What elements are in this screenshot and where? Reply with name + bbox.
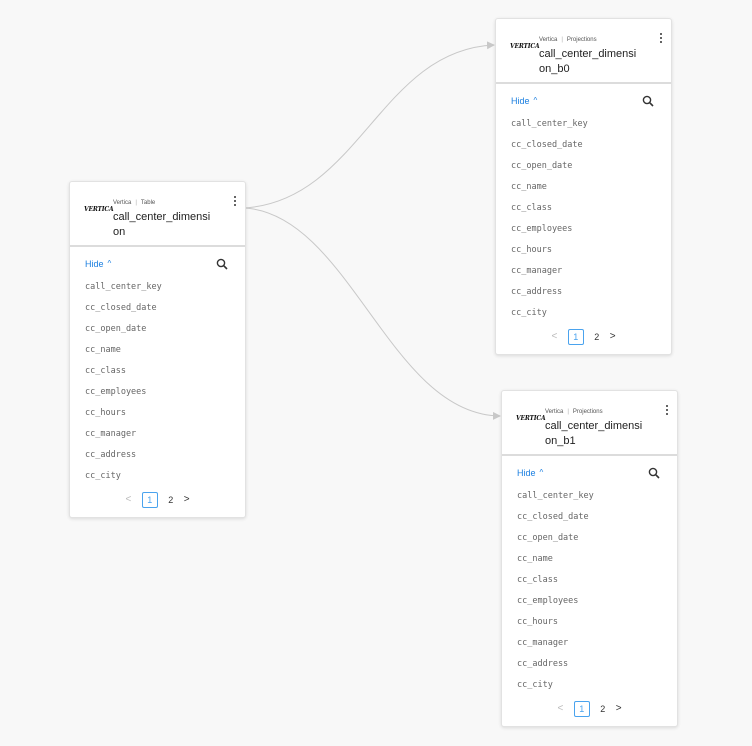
chevron-right-icon[interactable]: > bbox=[184, 494, 190, 505]
column-item[interactable]: call_center_key bbox=[85, 277, 230, 298]
column-list: call_center_key cc_closed_date cc_open_d… bbox=[85, 277, 230, 487]
column-item[interactable]: cc_name bbox=[85, 340, 230, 361]
hide-columns-toggle[interactable]: Hide ^ bbox=[511, 96, 537, 106]
hide-columns-toggle[interactable]: Hide ^ bbox=[85, 259, 111, 269]
column-item[interactable]: cc_city bbox=[85, 466, 230, 487]
edge-table-to-b0 bbox=[244, 41, 495, 209]
column-item[interactable]: cc_name bbox=[511, 177, 656, 198]
column-item[interactable]: call_center_key bbox=[511, 114, 656, 135]
column-item[interactable]: cc_hours bbox=[85, 403, 230, 424]
node-title: call_center_dimension_b1 bbox=[545, 420, 643, 447]
column-item[interactable]: cc_address bbox=[85, 445, 230, 466]
column-item[interactable]: cc_hours bbox=[511, 240, 656, 261]
column-item[interactable]: cc_manager bbox=[511, 261, 656, 282]
more-vertical-icon[interactable] bbox=[663, 404, 671, 418]
chevron-up-icon: ^ bbox=[107, 259, 112, 268]
column-item[interactable]: cc_class bbox=[85, 361, 230, 382]
page-1-button[interactable]: 1 bbox=[567, 328, 584, 345]
column-item[interactable]: cc_city bbox=[511, 303, 656, 324]
column-item[interactable]: cc_open_date bbox=[85, 319, 230, 340]
more-vertical-icon[interactable] bbox=[231, 195, 239, 209]
chevron-right-icon[interactable]: > bbox=[616, 703, 622, 714]
column-item[interactable]: cc_closed_date bbox=[517, 507, 662, 528]
pagination: < 1 2 > bbox=[517, 700, 662, 722]
page-2-button[interactable]: 2 bbox=[594, 332, 599, 342]
vertica-logo: VERTICA bbox=[510, 43, 540, 50]
node-kind: Projections bbox=[572, 409, 603, 415]
node-meta: Vertica | Table bbox=[113, 200, 156, 206]
column-item[interactable]: cc_employees bbox=[511, 219, 656, 240]
page-1-button[interactable]: 1 bbox=[573, 700, 590, 717]
column-item[interactable]: cc_class bbox=[517, 570, 662, 591]
search-icon[interactable] bbox=[642, 95, 654, 107]
node-body: Hide ^ call_center_key cc_closed_date cc_… bbox=[496, 92, 671, 350]
node-title: call_center_dimension bbox=[113, 211, 211, 238]
column-item[interactable]: cc_manager bbox=[517, 633, 662, 654]
node-kind: Projections bbox=[566, 37, 597, 43]
column-item[interactable]: cc_closed_date bbox=[85, 298, 230, 319]
pagination: < 1 2 > bbox=[85, 491, 230, 513]
column-item[interactable]: cc_manager bbox=[85, 424, 230, 445]
search-icon[interactable] bbox=[216, 258, 228, 270]
chevron-left-icon[interactable]: < bbox=[557, 703, 563, 714]
more-vertical-icon[interactable] bbox=[657, 32, 665, 46]
node-title: call_center_dimension_b0 bbox=[539, 48, 637, 75]
vertica-logo: VERTICA bbox=[84, 206, 114, 213]
vertica-logo: VERTICA bbox=[516, 415, 546, 422]
node-header: VERTICA Vertica | Projections call_center_… bbox=[502, 391, 677, 456]
node-body: Hide ^ call_center_key cc_closed_date cc_… bbox=[502, 464, 677, 722]
chevron-right-icon[interactable]: > bbox=[610, 331, 616, 342]
node-header: VERTICA Vertica | Table call_center_dimens… bbox=[70, 182, 245, 247]
chevron-left-icon[interactable]: < bbox=[125, 494, 131, 505]
column-item[interactable]: cc_open_date bbox=[511, 156, 656, 177]
node-header: VERTICA Vertica | Projections call_center_… bbox=[496, 19, 671, 84]
table-node-card[interactable]: VERTICA Vertica | Table call_center_dimens… bbox=[69, 181, 246, 518]
node-source: Vertica bbox=[113, 200, 132, 206]
projection-b0-node-card[interactable]: VERTICA Vertica | Projections call_center_… bbox=[495, 18, 672, 355]
column-item[interactable]: call_center_key bbox=[517, 486, 662, 507]
page-1-button[interactable]: 1 bbox=[141, 491, 158, 508]
pagination: < 1 2 > bbox=[511, 328, 656, 350]
node-meta: Vertica | Projections bbox=[539, 37, 597, 43]
column-item[interactable]: cc_employees bbox=[85, 382, 230, 403]
hide-columns-toggle[interactable]: Hide ^ bbox=[517, 468, 543, 478]
edge-table-to-b1 bbox=[244, 207, 501, 420]
chevron-up-icon: ^ bbox=[533, 96, 538, 105]
node-meta: Vertica | Projections bbox=[545, 409, 603, 415]
projection-b1-node-card[interactable]: VERTICA Vertica | Projections call_center_… bbox=[501, 390, 678, 727]
column-item[interactable]: cc_address bbox=[511, 282, 656, 303]
column-item[interactable]: cc_open_date bbox=[517, 528, 662, 549]
page-2-button[interactable]: 2 bbox=[600, 704, 605, 714]
node-body: Hide ^ call_center_key cc_closed_date cc_… bbox=[70, 255, 245, 513]
column-item[interactable]: cc_employees bbox=[517, 591, 662, 612]
column-item[interactable]: cc_hours bbox=[517, 612, 662, 633]
column-list: call_center_key cc_closed_date cc_open_d… bbox=[511, 114, 656, 324]
node-kind: Table bbox=[140, 200, 156, 206]
search-icon[interactable] bbox=[648, 467, 660, 479]
chevron-left-icon[interactable]: < bbox=[551, 331, 557, 342]
column-item[interactable]: cc_class bbox=[511, 198, 656, 219]
chevron-up-icon: ^ bbox=[539, 468, 544, 477]
page-2-button[interactable]: 2 bbox=[168, 495, 173, 505]
node-source: Vertica bbox=[539, 37, 558, 43]
column-item[interactable]: cc_address bbox=[517, 654, 662, 675]
column-item[interactable]: cc_name bbox=[517, 549, 662, 570]
column-item[interactable]: cc_city bbox=[517, 675, 662, 696]
column-list: call_center_key cc_closed_date cc_open_d… bbox=[517, 486, 662, 696]
column-item[interactable]: cc_closed_date bbox=[511, 135, 656, 156]
node-source: Vertica bbox=[545, 409, 564, 415]
